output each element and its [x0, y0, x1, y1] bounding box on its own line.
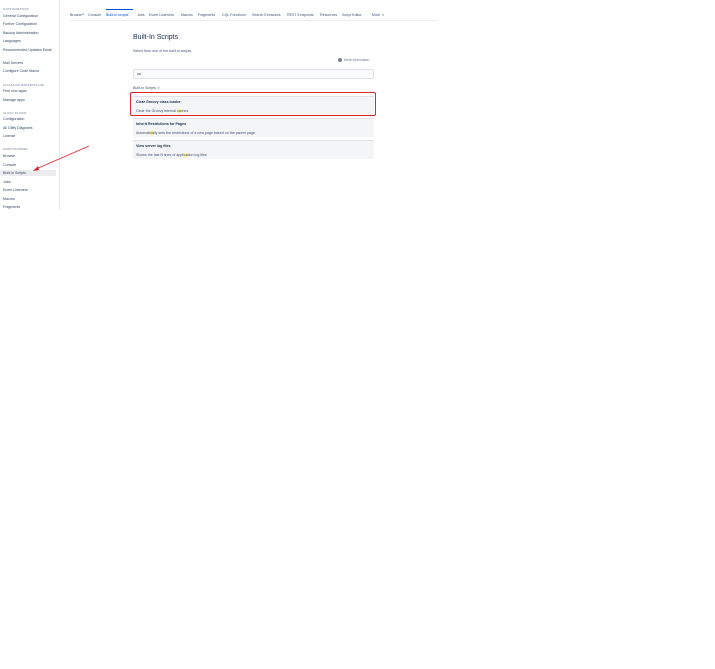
more-information-label: More information — [344, 58, 370, 62]
sidebar-item-further-configuration[interactable]: Further Configuration — [3, 22, 55, 27]
script-card-description: Shows the last N lines of application lo… — [136, 153, 371, 157]
sidebar-item-jobs[interactable]: Jobs — [3, 180, 55, 185]
tab-rest-endpoints[interactable]: REST Endpoints — [287, 13, 314, 17]
tab-resources[interactable]: Resources — [320, 13, 337, 17]
sidebar-item-configure-code-macro[interactable]: Configure Code Macro — [3, 69, 55, 74]
tab-browse-label: Browse — [70, 13, 82, 17]
tab-jobs[interactable]: Jobs — [137, 13, 145, 17]
desc-text: Shows the last N lines of appli — [136, 153, 184, 157]
sidebar-item-gliffy-configuration[interactable]: Configuration — [3, 117, 55, 122]
desc-text: Clear the Groovy internal — [136, 109, 177, 113]
sidebar-item-fragments[interactable]: Fragments — [3, 205, 55, 210]
page-title: Built-In Scripts — [133, 34, 179, 41]
chevron-down-icon: ▾ — [382, 13, 384, 17]
active-tab-indicator — [106, 9, 133, 10]
tab-script-editor[interactable]: Script Editor — [342, 13, 362, 17]
sidebar-item-license[interactable]: License — [3, 134, 55, 139]
sidebar-item-manage-apps[interactable]: Manage apps — [3, 98, 55, 103]
script-card-title: Clear Groovy class loader — [136, 100, 181, 104]
desc-text: lly sets the restrictions of a new page … — [153, 131, 255, 135]
more-information-link[interactable]: i More information — [338, 58, 369, 62]
tab-console[interactable]: Console — [88, 13, 101, 17]
sidebar-item-all-gliffy-diagrams[interactable]: All Gliffy Diagrams — [3, 126, 55, 131]
page-subtitle: Select from one of the built-in scripts. — [133, 49, 193, 53]
sidebar-item-console[interactable]: Console — [3, 163, 55, 168]
script-card-title: Inherit Restrictions for Pages — [136, 122, 187, 126]
tab-more[interactable]: More ▾ — [372, 13, 384, 17]
sidebar-heading-marketplace: ATLASSIAN MARKETPLACE — [3, 83, 44, 87]
tab-fragments[interactable]: Fragments — [198, 13, 215, 17]
tab-browse[interactable]: Browse★ — [70, 13, 84, 17]
script-card-description: Clear the Groovy internal caches — [136, 109, 371, 113]
built-in-scripts-filter-dropdown[interactable]: Built-in Scripts ▾ — [133, 86, 159, 90]
script-card-description: Automatically sets the restrictions of a… — [136, 131, 371, 135]
sidebar-item-find-new-apps[interactable]: Find new apps — [3, 89, 55, 94]
desc-text: Automati — [136, 131, 151, 135]
tab-built-in-scripts[interactable]: Built-in scripts — [106, 13, 128, 17]
tab-more-label: More — [372, 13, 381, 17]
scriptrunner-tab-bar: Browse★ Console Built-in scripts Jobs Ev… — [70, 10, 438, 21]
sidebar-item-macros[interactable]: Macros — [3, 197, 55, 202]
sidebar-heading-configuration: CONFIGURATION — [3, 7, 29, 11]
chevron-down-icon: ▾ — [157, 86, 160, 90]
script-card-inherit-restrictions[interactable]: Inherit Restrictions for Pages Automatic… — [133, 118, 374, 137]
sidebar-item-recommended-updates-email[interactable]: Recommended Updates Email — [3, 48, 55, 52]
tab-event-listeners[interactable]: Event Listeners — [149, 13, 174, 17]
desc-text: tion log files — [187, 153, 207, 157]
sidebar-item-backup-administration[interactable]: Backup Administration — [3, 31, 55, 36]
tab-search-extractors[interactable]: Search Extractors — [252, 13, 281, 17]
admin-sidebar: CONFIGURATION General Configuration Furt… — [0, 0, 60, 210]
sidebar-item-built-in-scripts[interactable]: Built-in Scripts — [0, 170, 56, 176]
filter-label: Built-in Scripts — [133, 86, 156, 90]
script-card-clear-groovy-class-loader[interactable]: Clear Groovy class loader Clear the Groo… — [133, 96, 374, 115]
sidebar-item-browse[interactable]: Browse — [3, 154, 55, 159]
script-card-title: View server log files — [136, 144, 171, 148]
sidebar-item-mail-servers[interactable]: Mail Servers — [3, 61, 55, 66]
script-card-view-server-log-files[interactable]: View server log files Shows the last N l… — [133, 140, 374, 159]
desc-text: ches — [180, 109, 189, 113]
tab-cql-functions[interactable]: CQL Functions — [222, 13, 246, 17]
sidebar-heading-gliffy: GLIFFY PLUGIN — [3, 111, 27, 115]
sidebar-item-languages[interactable]: Languages — [3, 39, 55, 44]
sidebar-item-general-configuration[interactable]: General Configuration — [3, 14, 55, 19]
tab-macros[interactable]: Macros — [181, 13, 193, 17]
search-input[interactable] — [133, 69, 374, 79]
sidebar-heading-scriptrunner: SCRIPTRUNNER — [3, 147, 28, 151]
info-icon: i — [338, 58, 342, 62]
browse-new-badge: ★ — [81, 13, 85, 16]
sidebar-item-event-listeners[interactable]: Event Listeners — [3, 188, 55, 193]
